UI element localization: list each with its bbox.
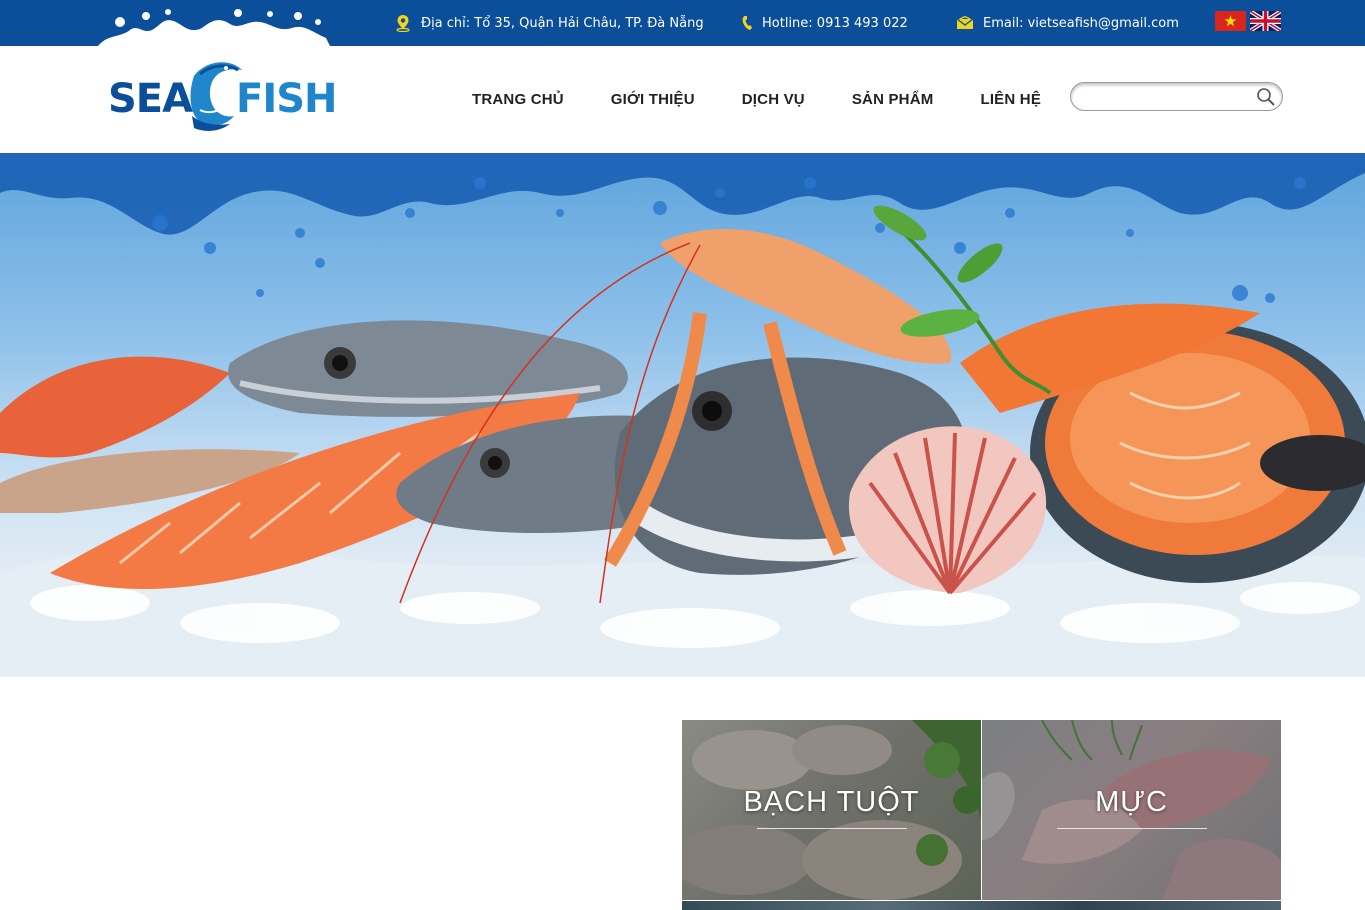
email-info: Email: vietseafish@gmail.com	[956, 0, 1179, 46]
logo-splash-decoration	[98, 9, 330, 46]
title-underline	[1056, 828, 1207, 829]
category-tile-octopus[interactable]: BẠCH TUỘT	[682, 720, 981, 900]
uk-flag-icon[interactable]	[1250, 11, 1281, 31]
category-tile-squid[interactable]: MỰC	[982, 720, 1281, 900]
address-text: Địa chỉ: Tổ 35, Quận Hải Châu, TP. Đà Nẵ…	[421, 15, 704, 31]
title-underline	[756, 828, 907, 829]
nav-item-services[interactable]: DỊCH VỤ	[742, 91, 805, 108]
vietnam-flag-icon[interactable]	[1215, 11, 1246, 31]
email-text[interactable]: Email: vietseafish@gmail.com	[983, 16, 1179, 31]
hotline-info: Hotline: 0913 493 022	[741, 0, 908, 46]
nav-item-about[interactable]: GIỚI THIỆU	[611, 91, 695, 108]
search-box	[1070, 82, 1283, 111]
category-grid: BẠCH TUỘT MỰC	[682, 720, 1281, 900]
category-title: MỰC	[1095, 786, 1168, 818]
search-input[interactable]	[1083, 87, 1253, 107]
address-info: Địa chỉ: Tổ 35, Quận Hải Châu, TP. Đà Nẵ…	[394, 0, 704, 46]
hotline-text[interactable]: Hotline: 0913 493 022	[762, 16, 908, 31]
logo-text-fish: FISH	[236, 76, 337, 122]
nav-item-products[interactable]: SẢN PHẨM	[852, 91, 934, 108]
map-pin-icon	[396, 15, 410, 32]
nav-item-home[interactable]: TRANG CHỦ	[472, 91, 564, 108]
site-logo[interactable]: SEA FISH	[108, 54, 344, 138]
hero-banner	[0, 153, 1365, 677]
seafood-banner-image	[0, 153, 1365, 677]
mail-icon	[956, 16, 974, 29]
language-switcher	[1215, 11, 1281, 31]
phone-icon	[742, 16, 752, 30]
category-title: BẠCH TUỘT	[743, 786, 920, 818]
category-row-next-preview	[682, 901, 1281, 910]
search-icon[interactable]	[1256, 87, 1276, 107]
logo-text-sea: SEA	[108, 76, 193, 122]
nav-item-contact[interactable]: LIÊN HỆ	[980, 91, 1041, 108]
main-nav: TRANG CHỦ GIỚI THIỆU DỊCH VỤ SẢN PHẨM LI…	[472, 46, 1041, 153]
